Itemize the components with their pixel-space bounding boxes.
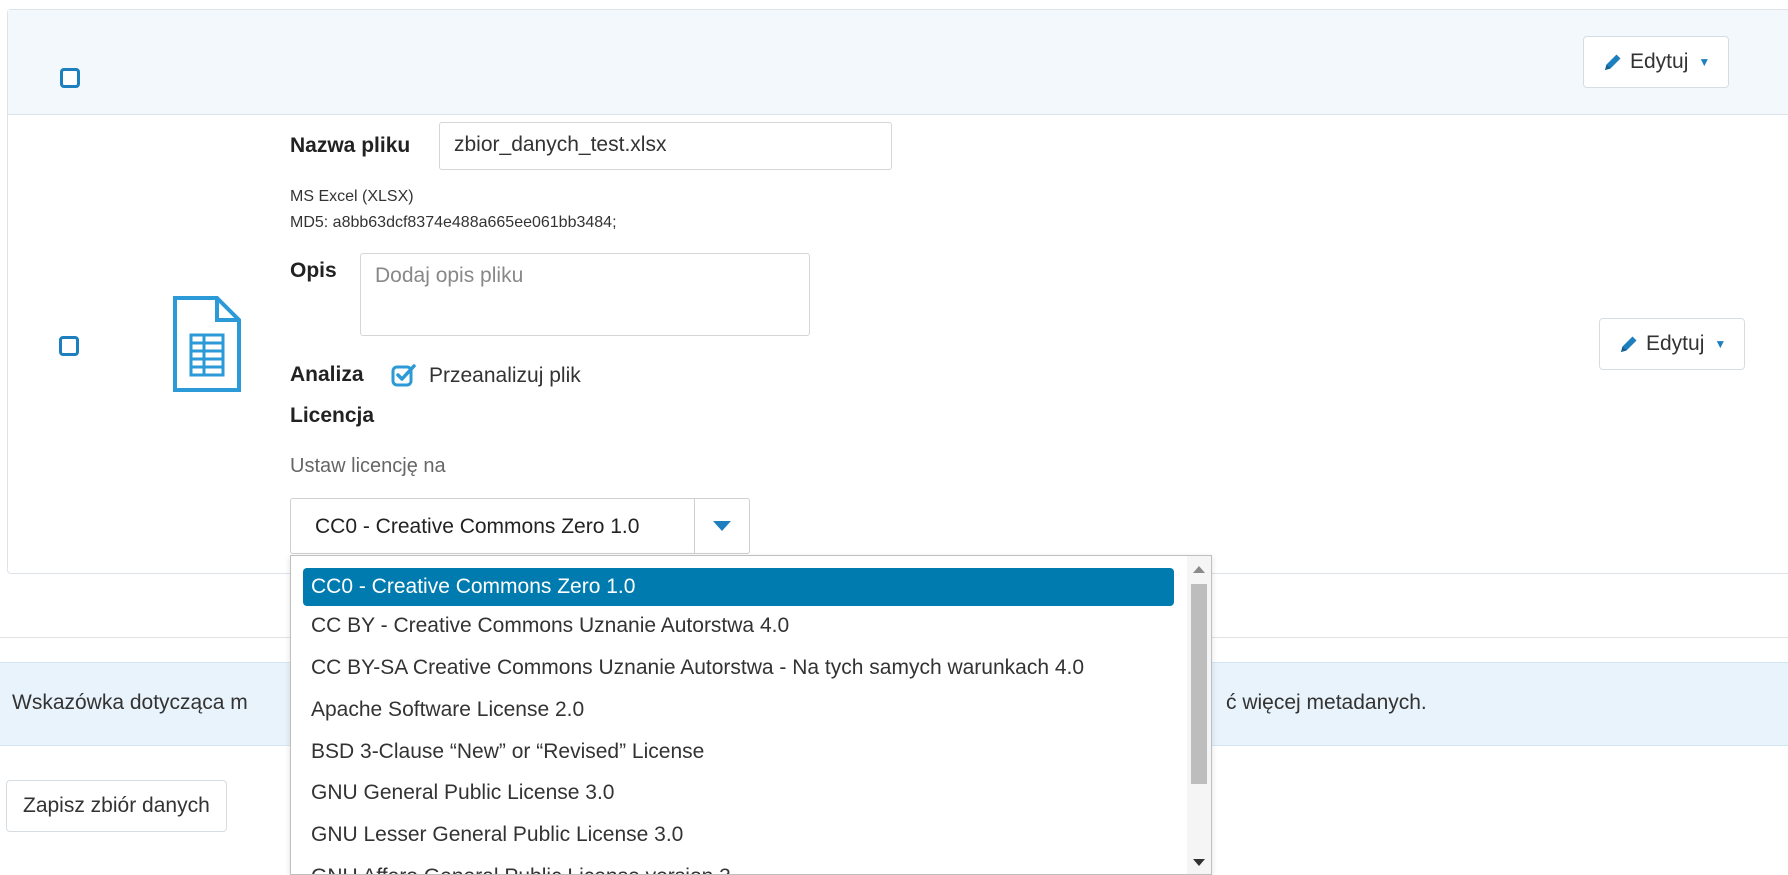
caret-down-icon [713, 521, 731, 531]
license-select-value: CC0 - Creative Commons Zero 1.0 [315, 515, 640, 538]
chevron-down-icon: ▼ [1698, 55, 1711, 69]
header-edit-button[interactable]: Edytuj ▼ [1583, 36, 1730, 88]
description-label: Opis [290, 259, 337, 282]
analysis-label: Analiza [290, 363, 364, 386]
dropdown-scrollbar[interactable] [1187, 556, 1211, 874]
file-row-checkbox[interactable] [59, 336, 79, 356]
file-panel: Edytuj ▼ [7, 9, 1788, 574]
license-option[interactable]: GNU Lesser General Public License 3.0 [303, 816, 1174, 854]
license-label: Licencja [290, 404, 375, 427]
hint-text-left: Wskazówka dotycząca m [12, 691, 248, 714]
spreadsheet-file-icon [172, 295, 242, 398]
license-option[interactable]: CC BY-SA Creative Commons Uznanie Autors… [303, 649, 1174, 687]
save-dataset-button[interactable]: Zapisz zbiór danych [6, 780, 227, 832]
pencil-icon [1605, 54, 1621, 70]
pencil-icon [1621, 336, 1637, 352]
chevron-down-icon: ▼ [1714, 337, 1727, 351]
filename-label: Nazwa pliku [290, 134, 411, 157]
select-all-checkbox[interactable] [60, 68, 80, 88]
description-textarea[interactable]: Dodaj opis pliku [360, 253, 810, 336]
hint-text-right: ć więcej metadanych. [1226, 691, 1427, 714]
license-option[interactable]: Apache Software License 2.0 [303, 691, 1174, 729]
file-edit-label: Edytuj [1646, 332, 1705, 355]
analyze-checkbox[interactable] [391, 362, 417, 393]
header-edit-label: Edytuj [1630, 50, 1689, 73]
scroll-down-arrow-icon[interactable] [1193, 859, 1205, 866]
license-select[interactable]: CC0 - Creative Commons Zero 1.0 [290, 498, 750, 554]
description-placeholder: Dodaj opis pliku [375, 264, 524, 287]
license-hint: Ustaw licencję na [290, 455, 446, 477]
file-md5: MD5: a8bb63dcf8374e488a665ee061bb3484; [290, 214, 617, 231]
file-edit-button[interactable]: Edytuj ▼ [1599, 318, 1746, 370]
scrollbar-thumb[interactable] [1191, 584, 1207, 784]
license-dropdown-list[interactable]: CC0 - Creative Commons Zero 1.0 CC BY - … [290, 555, 1212, 875]
file-format: MS Excel (XLSX) [290, 188, 414, 205]
license-select-toggle[interactable] [694, 499, 749, 553]
panel-header: Edytuj ▼ [8, 10, 1788, 115]
checkbox-checked-icon [391, 364, 416, 387]
license-option[interactable]: CC0 - Creative Commons Zero 1.0 [303, 568, 1174, 606]
license-option[interactable]: CC BY - Creative Commons Uznanie Autorst… [303, 607, 1174, 645]
analyze-checkbox-label[interactable]: Przeanalizuj plik [429, 364, 581, 388]
license-option[interactable]: BSD 3-Clause “New” or “Revised” License [303, 733, 1174, 771]
license-option[interactable]: GNU Affero General Public License versio… [303, 858, 1174, 874]
license-option[interactable]: GNU General Public License 3.0 [303, 774, 1174, 812]
filename-input[interactable]: zbior_danych_test.xlsx [439, 122, 892, 170]
scroll-up-arrow-icon[interactable] [1193, 566, 1205, 573]
